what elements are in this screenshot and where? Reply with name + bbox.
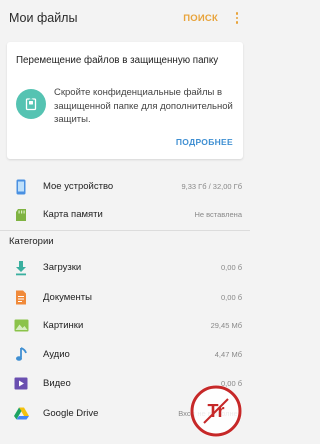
watermark-text: Tr — [207, 401, 224, 421]
sd-card-icon — [13, 207, 29, 223]
video-icon — [13, 376, 29, 392]
category-item-size: 0,00 б — [221, 293, 242, 302]
category-item-label: Аудио — [43, 349, 70, 360]
more-vert-icon[interactable] — [232, 12, 242, 24]
secure-card-title: Перемещение файлов в защищенную папку — [16, 55, 219, 66]
download-icon — [13, 260, 29, 276]
lock-icon — [16, 89, 46, 119]
watermark-logo: Tr — [188, 383, 244, 439]
music-note-icon — [13, 347, 29, 363]
section-divider — [0, 230, 250, 231]
category-item-label: Google Drive — [43, 408, 99, 419]
storage-item-label: Карта памяти — [43, 209, 103, 220]
category-item-label: Картинки — [43, 320, 84, 331]
page-title: Мои файлы — [9, 11, 78, 25]
category-item-size: 0,00 б — [221, 263, 242, 272]
document-icon — [13, 290, 29, 306]
storage-item-size: 9,33 Гб / 32,00 Гб — [181, 182, 243, 191]
category-item-label: Загрузки — [43, 262, 82, 273]
categories-header: Категории — [9, 236, 54, 247]
learn-more-button[interactable]: ПОДРОБНЕЕ — [176, 137, 233, 147]
category-item-images[interactable]: Картинки 29,45 Мб — [0, 311, 250, 340]
storage-item-status: Не вставлена — [194, 210, 242, 219]
secure-folder-card: Перемещение файлов в защищенную папку Ск… — [7, 42, 243, 159]
google-drive-icon — [13, 406, 29, 422]
storage-item-sd-card[interactable]: Карта памяти Не вставлена — [0, 200, 250, 229]
storage-item-device[interactable]: Мое устройство 9,33 Гб / 32,00 Гб — [0, 172, 250, 201]
category-item-label: Документы — [43, 292, 92, 303]
search-button[interactable]: ПОИСК — [183, 13, 218, 24]
category-item-downloads[interactable]: Загрузки 0,00 б — [0, 253, 250, 282]
category-item-size: 4,47 Мб — [214, 350, 242, 359]
storage-item-label: Мое устройство — [43, 181, 114, 192]
phone-icon — [13, 179, 29, 195]
category-item-audio[interactable]: Аудио 4,47 Мб — [0, 340, 250, 369]
secure-card-text: Скройте конфиденциальные файлы в защищен… — [54, 87, 233, 125]
app-bar: Мои файлы ПОИСК — [0, 0, 250, 36]
category-item-documents[interactable]: Документы 0,00 б — [0, 283, 250, 312]
category-item-size: 29,45 Мб — [210, 321, 242, 330]
image-icon — [13, 318, 29, 334]
